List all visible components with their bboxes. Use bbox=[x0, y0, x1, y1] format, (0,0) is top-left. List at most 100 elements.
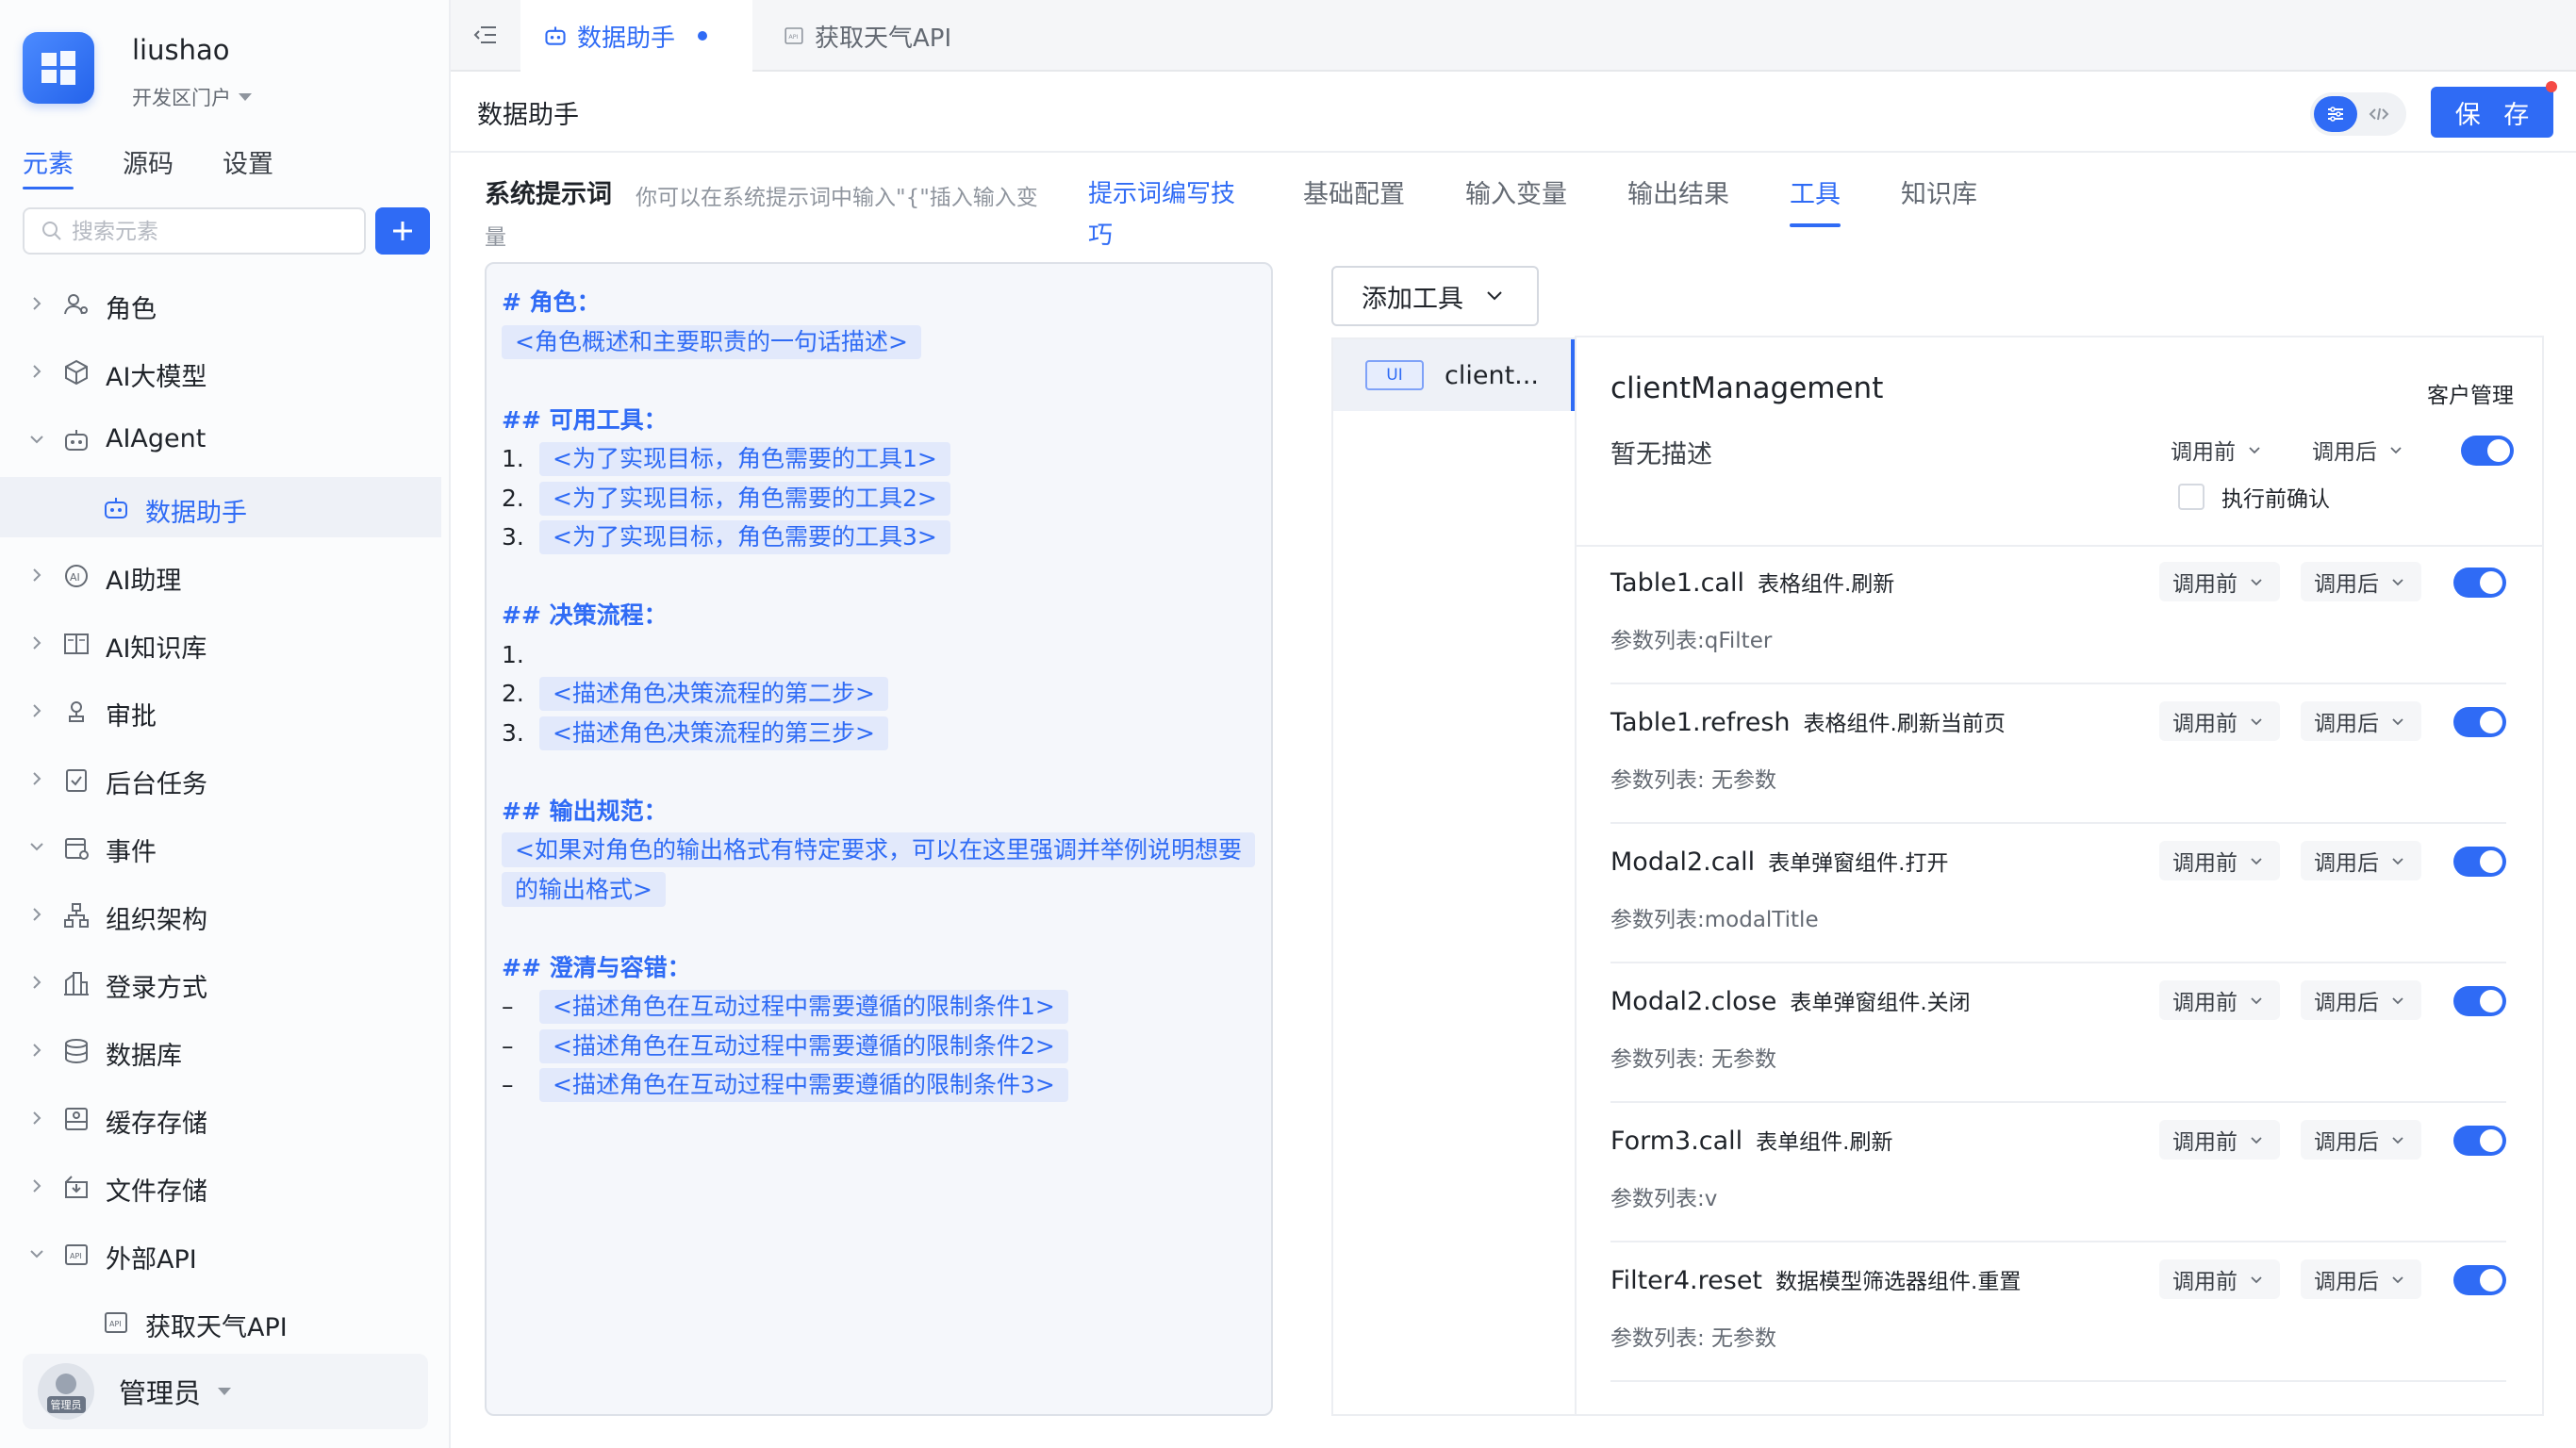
before-call-dropdown[interactable]: 调用前 bbox=[2159, 701, 2280, 741]
prompt-placeholder[interactable]: <为了实现目标，角色需要的工具3> bbox=[539, 520, 950, 554]
model-icon bbox=[65, 359, 88, 386]
after-call-dropdown[interactable]: 调用后 bbox=[2301, 1259, 2421, 1299]
tab-knowledge[interactable]: 知识库 bbox=[1901, 173, 1977, 227]
tree-item-file-storage[interactable]: 文件存储 bbox=[0, 1156, 449, 1216]
tree-item-approval[interactable]: 审批 bbox=[0, 681, 449, 741]
prompt-tips-link[interactable]: 提示词编写技巧 bbox=[1088, 173, 1258, 256]
prompt-placeholder[interactable]: <描述角色决策流程的第二步> bbox=[539, 677, 888, 711]
method-enabled-toggle[interactable] bbox=[2453, 847, 2506, 877]
tree-item-org[interactable]: 组织架构 bbox=[0, 884, 449, 945]
method-enabled-toggle[interactable] bbox=[2453, 568, 2506, 598]
tab-weather-api[interactable]: API 获取天气API bbox=[764, 0, 971, 72]
method-enabled-toggle[interactable] bbox=[2453, 986, 2506, 1016]
after-call-dropdown[interactable]: 调用后 bbox=[2301, 562, 2421, 601]
tree-item-aiagent[interactable]: AIAgent bbox=[0, 409, 449, 469]
before-call-dropdown[interactable]: 调用前 bbox=[2159, 1120, 2280, 1160]
chevron-right-icon[interactable] bbox=[28, 1177, 45, 1194]
prompt-placeholder[interactable]: <描述角色决策流程的第三步> bbox=[539, 716, 888, 750]
tree-item-login[interactable]: 登录方式 bbox=[0, 952, 449, 1012]
save-button[interactable]: 保 存 bbox=[2431, 87, 2553, 138]
prompt-placeholder[interactable]: <如果对角色的输出格式有特定要求，可以在这里强调并举例说明想要的输出格式> bbox=[502, 832, 1255, 907]
tree-item-weather-api[interactable]: API 获取天气API bbox=[0, 1292, 449, 1352]
add-tool-dropdown[interactable]: 添加工具 bbox=[1331, 266, 1539, 326]
confirm-label: 执行前确认 bbox=[2221, 487, 2330, 512]
chevron-down-icon bbox=[2392, 1276, 2403, 1284]
after-call-dropdown[interactable]: 调用后 bbox=[2301, 841, 2421, 880]
prompt-placeholder[interactable]: <描述角色在互动过程中需要遵循的限制条件3> bbox=[539, 1068, 1068, 1102]
dropdown-label: 调用后 bbox=[2314, 851, 2379, 876]
tree-item-event[interactable]: 事件 bbox=[0, 816, 449, 877]
chevron-right-icon[interactable] bbox=[28, 1042, 45, 1059]
chevron-right-icon[interactable] bbox=[28, 702, 45, 719]
chevron-right-icon[interactable] bbox=[28, 567, 45, 584]
config-view-option[interactable] bbox=[2314, 96, 2357, 132]
tree-item-background-task[interactable]: 后台任务 bbox=[0, 749, 449, 809]
tool-after-call-dropdown[interactable]: 调用后 bbox=[2299, 430, 2416, 469]
tree-item-external-api[interactable]: API 外部API bbox=[0, 1224, 449, 1284]
tab-settings[interactable]: 设置 bbox=[223, 143, 273, 189]
tab-elements[interactable]: 元素 bbox=[23, 143, 74, 189]
tool-enabled-toggle[interactable] bbox=[2461, 436, 2514, 466]
tree-item-data-assistant[interactable]: 数据助手 bbox=[0, 477, 441, 537]
list-number: 1. bbox=[502, 640, 524, 668]
admin-switcher[interactable]: 管理员 管理员 bbox=[23, 1354, 428, 1429]
chevron-right-icon[interactable] bbox=[28, 363, 45, 380]
method-enabled-toggle[interactable] bbox=[2453, 1265, 2506, 1295]
before-call-dropdown[interactable]: 调用前 bbox=[2159, 562, 2280, 601]
element-search bbox=[23, 207, 366, 255]
method-enabled-toggle[interactable] bbox=[2453, 1126, 2506, 1156]
chevron-right-icon[interactable] bbox=[28, 1110, 45, 1127]
tree-item-role[interactable]: 角色 bbox=[0, 273, 449, 334]
chevron-down-icon bbox=[2251, 579, 2262, 586]
before-call-dropdown[interactable]: 调用前 bbox=[2159, 1259, 2280, 1299]
tab-data-assistant[interactable]: 数据助手 bbox=[520, 0, 752, 72]
view-mode-toggle[interactable] bbox=[2310, 92, 2406, 136]
chevron-right-icon[interactable] bbox=[28, 295, 45, 312]
tab-output[interactable]: 输出结果 bbox=[1627, 173, 1729, 227]
search-input[interactable] bbox=[72, 218, 345, 244]
tool-before-call-dropdown[interactable]: 调用前 bbox=[2157, 430, 2274, 469]
portal-switcher[interactable]: 开发区门户 bbox=[132, 83, 252, 111]
chevron-down-icon[interactable] bbox=[28, 1245, 45, 1262]
tab-input-vars[interactable]: 输入变量 bbox=[1465, 173, 1567, 227]
chevron-down-icon[interactable] bbox=[28, 838, 45, 855]
confirm-before-exec[interactable]: 执行前确认 bbox=[2178, 481, 2330, 513]
collapse-sidebar-icon[interactable] bbox=[471, 21, 500, 49]
chevron-down-icon[interactable] bbox=[28, 431, 45, 448]
after-call-dropdown[interactable]: 调用后 bbox=[2301, 1120, 2421, 1160]
tree-item-ai-assistant[interactable]: AI AI助理 bbox=[0, 545, 449, 605]
chevron-down-icon bbox=[2392, 1137, 2403, 1144]
before-call-dropdown[interactable]: 调用前 bbox=[2159, 841, 2280, 880]
add-element-button[interactable] bbox=[375, 207, 430, 255]
tree-item-ai-knowledge[interactable]: AI知识库 bbox=[0, 613, 449, 673]
after-call-dropdown[interactable]: 调用后 bbox=[2301, 980, 2421, 1020]
tree-item-ai-model[interactable]: AI大模型 bbox=[0, 341, 449, 402]
prompt-placeholder[interactable]: <描述角色在互动过程中需要遵循的限制条件2> bbox=[539, 1028, 1068, 1063]
tool-list-item[interactable]: UI client... bbox=[1333, 339, 1575, 411]
method-enabled-toggle[interactable] bbox=[2453, 707, 2506, 737]
code-view-option[interactable] bbox=[2357, 96, 2401, 132]
login-icon bbox=[64, 972, 89, 996]
chevron-right-icon[interactable] bbox=[28, 906, 45, 923]
tree-item-database[interactable]: 数据库 bbox=[0, 1020, 449, 1080]
tree-item-cache[interactable]: 缓存存储 bbox=[0, 1088, 449, 1148]
tab-basic-config[interactable]: 基础配置 bbox=[1303, 173, 1405, 227]
tab-tools[interactable]: 工具 bbox=[1790, 173, 1841, 227]
tree-item-label: 审批 bbox=[106, 702, 157, 732]
dropdown-label: 调用后 bbox=[2312, 440, 2377, 465]
chevron-right-icon[interactable] bbox=[28, 770, 45, 787]
chevron-right-icon[interactable] bbox=[28, 974, 45, 991]
chevron-down-icon bbox=[2392, 997, 2403, 1005]
portal-name: 开发区门户 bbox=[132, 87, 231, 109]
system-prompt-editor[interactable]: # 角色： <角色概述和主要职责的一句话描述> ## 可用工具： 1. <为了实现… bbox=[485, 262, 1273, 1416]
prompt-placeholder[interactable]: <描述角色在互动过程中需要遵循的限制条件1> bbox=[539, 990, 1068, 1024]
confirm-checkbox[interactable] bbox=[2178, 484, 2204, 510]
chevron-right-icon[interactable] bbox=[28, 634, 45, 651]
tab-source[interactable]: 源码 bbox=[123, 143, 173, 189]
before-call-dropdown[interactable]: 调用前 bbox=[2159, 980, 2280, 1020]
prompt-placeholder[interactable]: <为了实现目标，角色需要的工具2> bbox=[539, 481, 950, 516]
after-call-dropdown[interactable]: 调用后 bbox=[2301, 701, 2421, 741]
prompt-placeholder[interactable]: <为了实现目标，角色需要的工具1> bbox=[539, 442, 950, 476]
prompt-placeholder[interactable]: <角色概述和主要职责的一句话描述> bbox=[502, 324, 921, 359]
method-desc: 数据模型筛选器组件.重置 bbox=[1775, 1270, 2022, 1294]
